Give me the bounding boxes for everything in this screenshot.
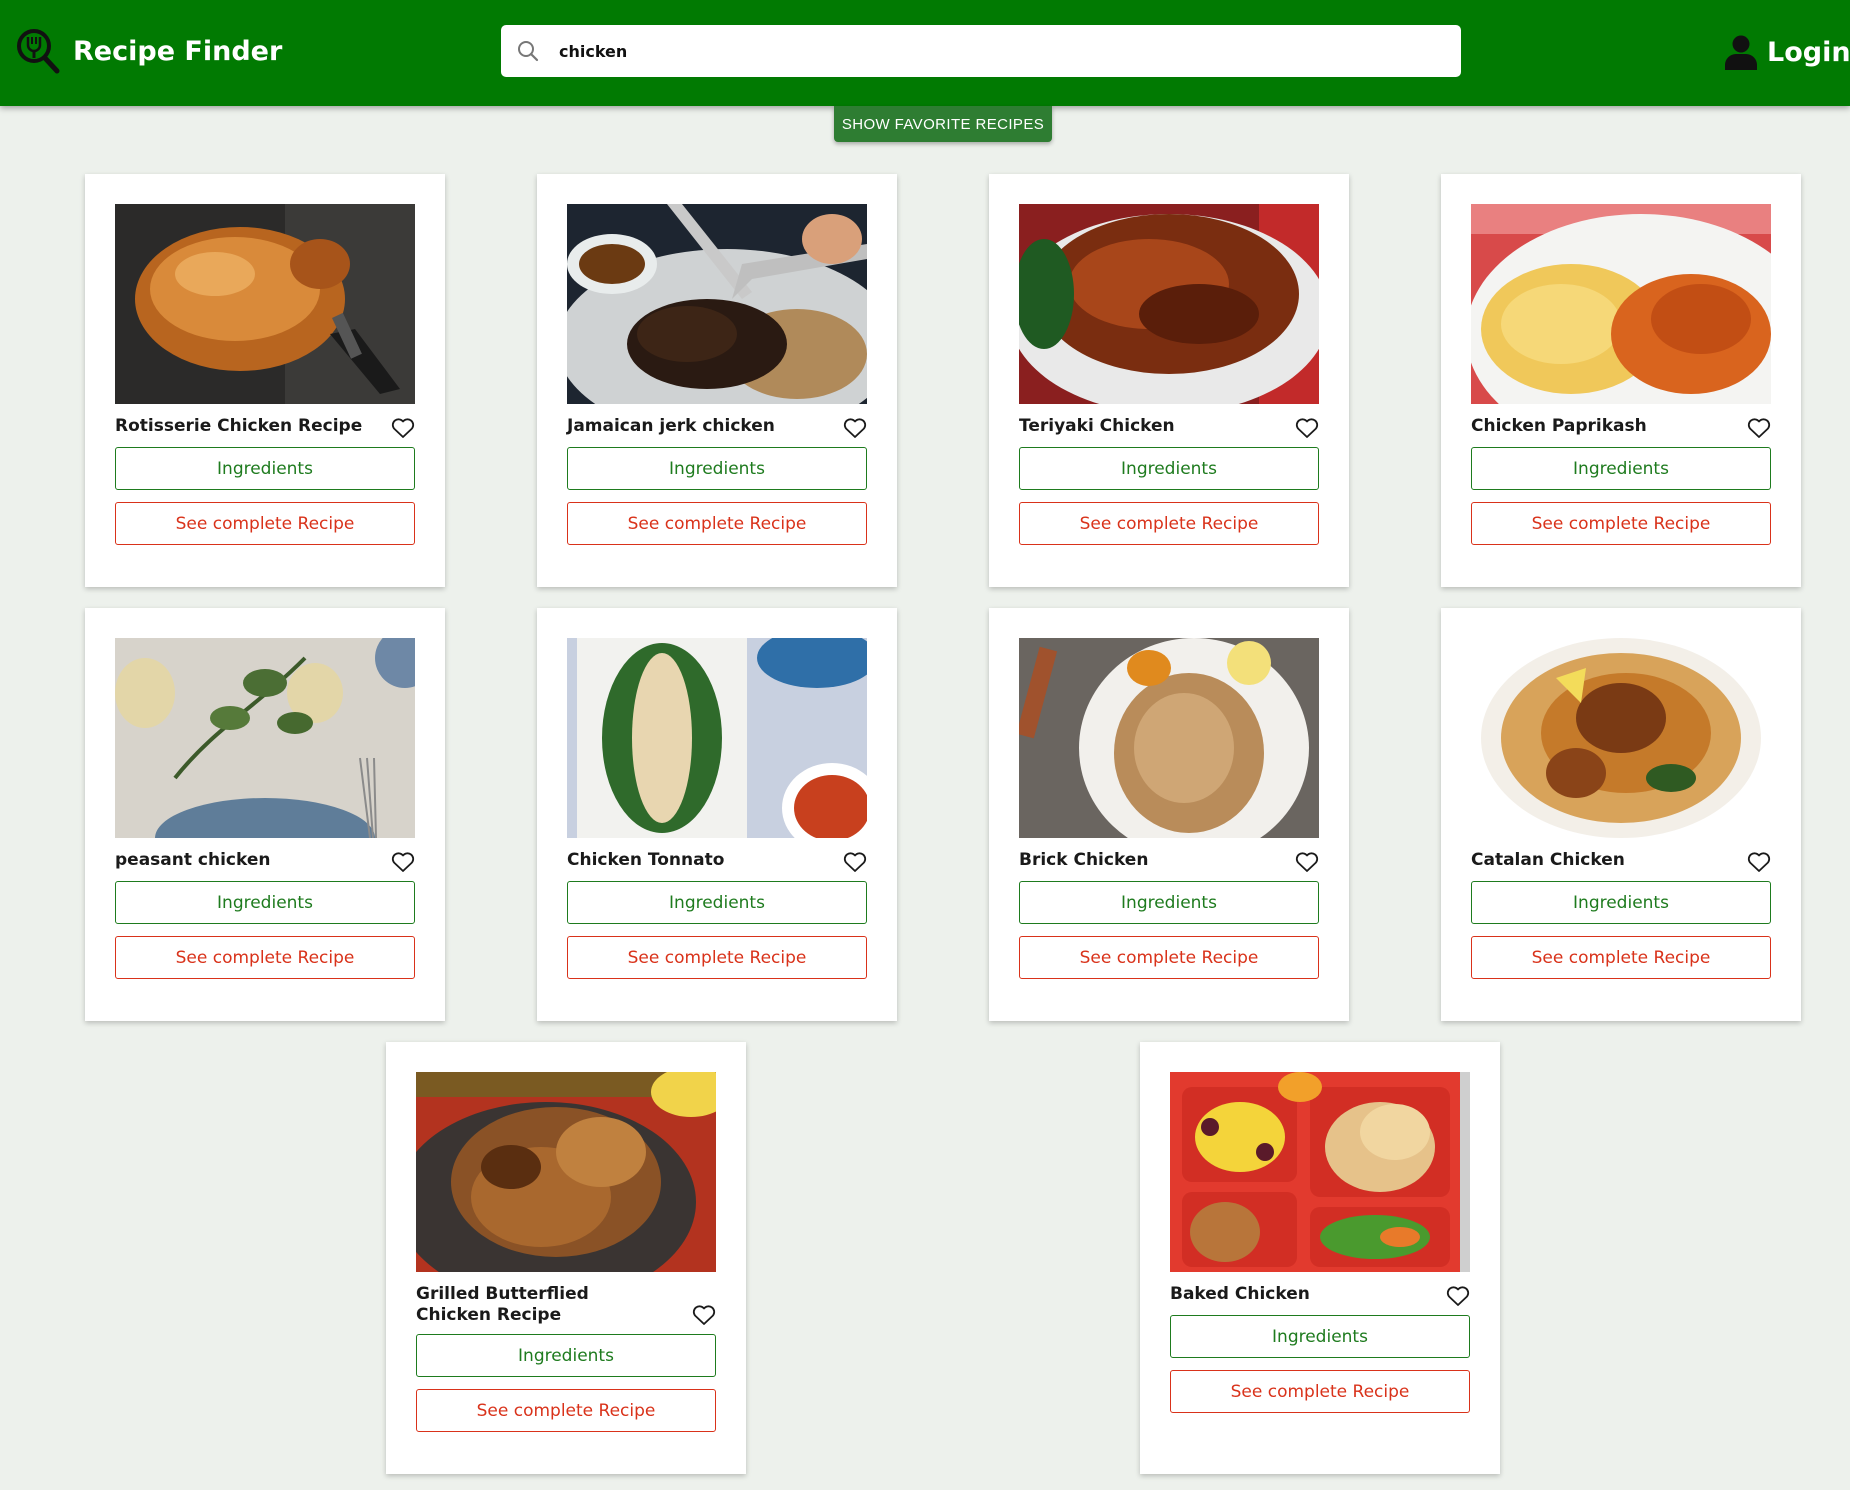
see-complete-recipe-button[interactable]: See complete Recipe bbox=[1019, 502, 1319, 545]
recipe-title: Catalan Chicken bbox=[1471, 850, 1625, 870]
see-complete-recipe-button[interactable]: See complete Recipe bbox=[1170, 1370, 1470, 1413]
ingredients-button[interactable]: Ingredients bbox=[115, 447, 415, 490]
recipe-title: Rotisserie Chicken Recipe bbox=[115, 416, 363, 436]
favorite-heart-icon[interactable] bbox=[1747, 417, 1771, 439]
recipe-title: Brick Chicken bbox=[1019, 850, 1149, 870]
recipe-image bbox=[115, 638, 415, 838]
ingredients-button[interactable]: Ingredients bbox=[567, 447, 867, 490]
recipe-card: peasant chicken Ingredients See complete… bbox=[85, 608, 445, 1021]
recipe-card: Grilled Butterflied Chicken Recipe Ingre… bbox=[386, 1042, 746, 1474]
recipe-title: Chicken Paprikash bbox=[1471, 416, 1647, 436]
recipe-image bbox=[1019, 638, 1319, 838]
search-bar[interactable] bbox=[501, 25, 1461, 77]
favorite-heart-icon[interactable] bbox=[1747, 851, 1771, 873]
recipe-title: Jamaican jerk chicken bbox=[567, 416, 775, 436]
recipe-image bbox=[1019, 204, 1319, 404]
see-complete-recipe-button[interactable]: See complete Recipe bbox=[115, 936, 415, 979]
recipe-card: Catalan Chicken Ingredients See complete… bbox=[1441, 608, 1801, 1021]
see-complete-recipe-button[interactable]: See complete Recipe bbox=[1471, 502, 1771, 545]
recipe-card: Chicken Paprikash Ingredients See comple… bbox=[1441, 174, 1801, 587]
recipe-title: Teriyaki Chicken bbox=[1019, 416, 1175, 436]
recipe-title: Chicken Tonnato bbox=[567, 850, 725, 870]
favorite-heart-icon[interactable] bbox=[843, 851, 867, 873]
ingredients-button[interactable]: Ingredients bbox=[1019, 447, 1319, 490]
recipe-card: Teriyaki Chicken Ingredients See complet… bbox=[989, 174, 1349, 587]
ingredients-button[interactable]: Ingredients bbox=[1170, 1315, 1470, 1358]
recipe-card: Chicken Tonnato Ingredients See complete… bbox=[537, 608, 897, 1021]
favorite-heart-icon[interactable] bbox=[1446, 1285, 1470, 1307]
see-complete-recipe-button[interactable]: See complete Recipe bbox=[567, 936, 867, 979]
recipe-card: Rotisserie Chicken Recipe Ingredients Se… bbox=[85, 174, 445, 587]
ingredients-button[interactable]: Ingredients bbox=[1471, 447, 1771, 490]
see-complete-recipe-button[interactable]: See complete Recipe bbox=[567, 502, 867, 545]
ingredients-button[interactable]: Ingredients bbox=[567, 881, 867, 924]
search-icon bbox=[518, 41, 539, 62]
recipe-card: Baked Chicken Ingredients See complete R… bbox=[1140, 1042, 1500, 1474]
top-app-bar: Recipe Finder Login bbox=[0, 0, 1850, 106]
app-title: Recipe Finder bbox=[73, 36, 283, 67]
login-button[interactable]: Login bbox=[1724, 32, 1850, 72]
search-input[interactable] bbox=[559, 25, 1439, 77]
favorite-heart-icon[interactable] bbox=[391, 417, 415, 439]
recipe-image bbox=[1471, 204, 1771, 404]
see-complete-recipe-button[interactable]: See complete Recipe bbox=[416, 1389, 716, 1432]
recipe-card: Jamaican jerk chicken Ingredients See co… bbox=[537, 174, 897, 587]
recipe-title: Baked Chicken bbox=[1170, 1284, 1310, 1304]
recipe-image bbox=[1170, 1072, 1470, 1272]
favorite-heart-icon[interactable] bbox=[1295, 851, 1319, 873]
favorite-heart-icon[interactable] bbox=[1295, 417, 1319, 439]
recipe-title: Grilled Butterflied Chicken Recipe bbox=[416, 1284, 589, 1325]
login-label: Login bbox=[1767, 36, 1850, 68]
see-complete-recipe-button[interactable]: See complete Recipe bbox=[1019, 936, 1319, 979]
recipe-card: Brick Chicken Ingredients See complete R… bbox=[989, 608, 1349, 1021]
ingredients-button[interactable]: Ingredients bbox=[416, 1334, 716, 1377]
favorite-heart-icon[interactable] bbox=[391, 851, 415, 873]
favorite-heart-icon[interactable] bbox=[692, 1304, 716, 1326]
recipe-image bbox=[567, 204, 867, 404]
show-favorite-recipes-button[interactable]: SHOW FAVORITE RECIPES bbox=[834, 106, 1052, 142]
ingredients-button[interactable]: Ingredients bbox=[1471, 881, 1771, 924]
recipe-image bbox=[416, 1072, 716, 1272]
see-complete-recipe-button[interactable]: See complete Recipe bbox=[1471, 936, 1771, 979]
ingredients-button[interactable]: Ingredients bbox=[1019, 881, 1319, 924]
recipe-image bbox=[115, 204, 415, 404]
recipe-image bbox=[1471, 638, 1771, 838]
recipe-title: peasant chicken bbox=[115, 850, 271, 870]
user-icon bbox=[1725, 35, 1757, 70]
fork-in-magnifier-icon bbox=[17, 29, 60, 74]
see-complete-recipe-button[interactable]: See complete Recipe bbox=[115, 502, 415, 545]
ingredients-button[interactable]: Ingredients bbox=[115, 881, 415, 924]
recipe-image bbox=[567, 638, 867, 838]
favorite-heart-icon[interactable] bbox=[843, 417, 867, 439]
